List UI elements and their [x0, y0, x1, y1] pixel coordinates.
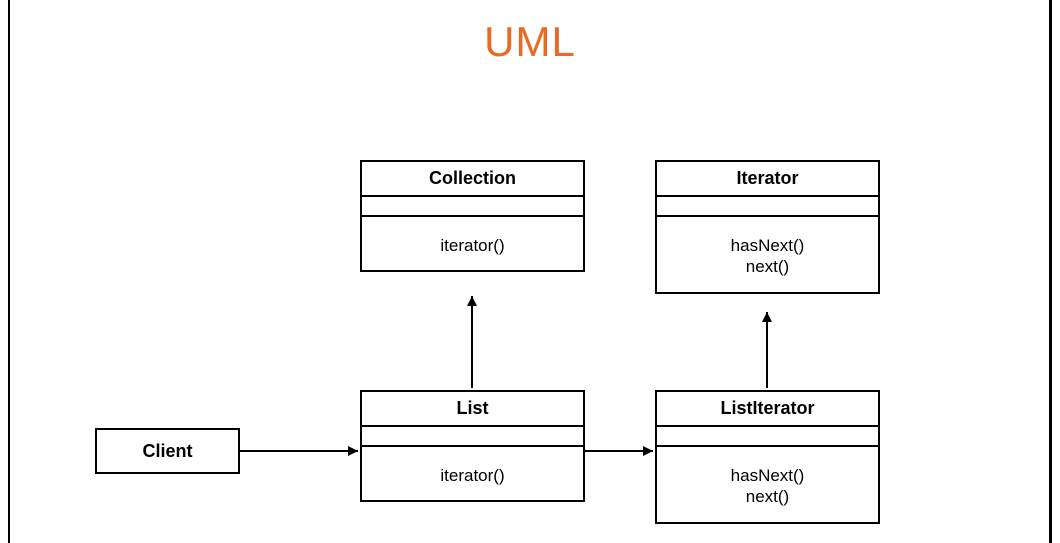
class-collection-ops: iterator()	[362, 217, 583, 270]
diagram-title: UML	[0, 18, 1060, 66]
class-listiterator-name: ListIterator	[657, 392, 878, 427]
class-list: List iterator()	[360, 390, 585, 502]
class-client-name: Client	[142, 441, 192, 462]
class-iterator-ops: hasNext() next()	[657, 217, 878, 292]
class-iterator-name: Iterator	[657, 162, 878, 197]
op: hasNext()	[661, 235, 874, 256]
class-client: Client	[95, 428, 240, 474]
class-list-name: List	[362, 392, 583, 427]
class-iterator: Iterator hasNext() next()	[655, 160, 880, 294]
op: next()	[661, 256, 874, 277]
class-collection: Collection iterator()	[360, 160, 585, 272]
op: hasNext()	[661, 465, 874, 486]
op: next()	[661, 486, 874, 507]
class-listiterator-attrs	[657, 427, 878, 447]
op: iterator()	[366, 465, 579, 486]
class-list-attrs	[362, 427, 583, 447]
class-listiterator-ops: hasNext() next()	[657, 447, 878, 522]
class-collection-name: Collection	[362, 162, 583, 197]
class-list-ops: iterator()	[362, 447, 583, 500]
class-iterator-attrs	[657, 197, 878, 217]
class-collection-attrs	[362, 197, 583, 217]
op: iterator()	[366, 235, 579, 256]
class-listiterator: ListIterator hasNext() next()	[655, 390, 880, 524]
